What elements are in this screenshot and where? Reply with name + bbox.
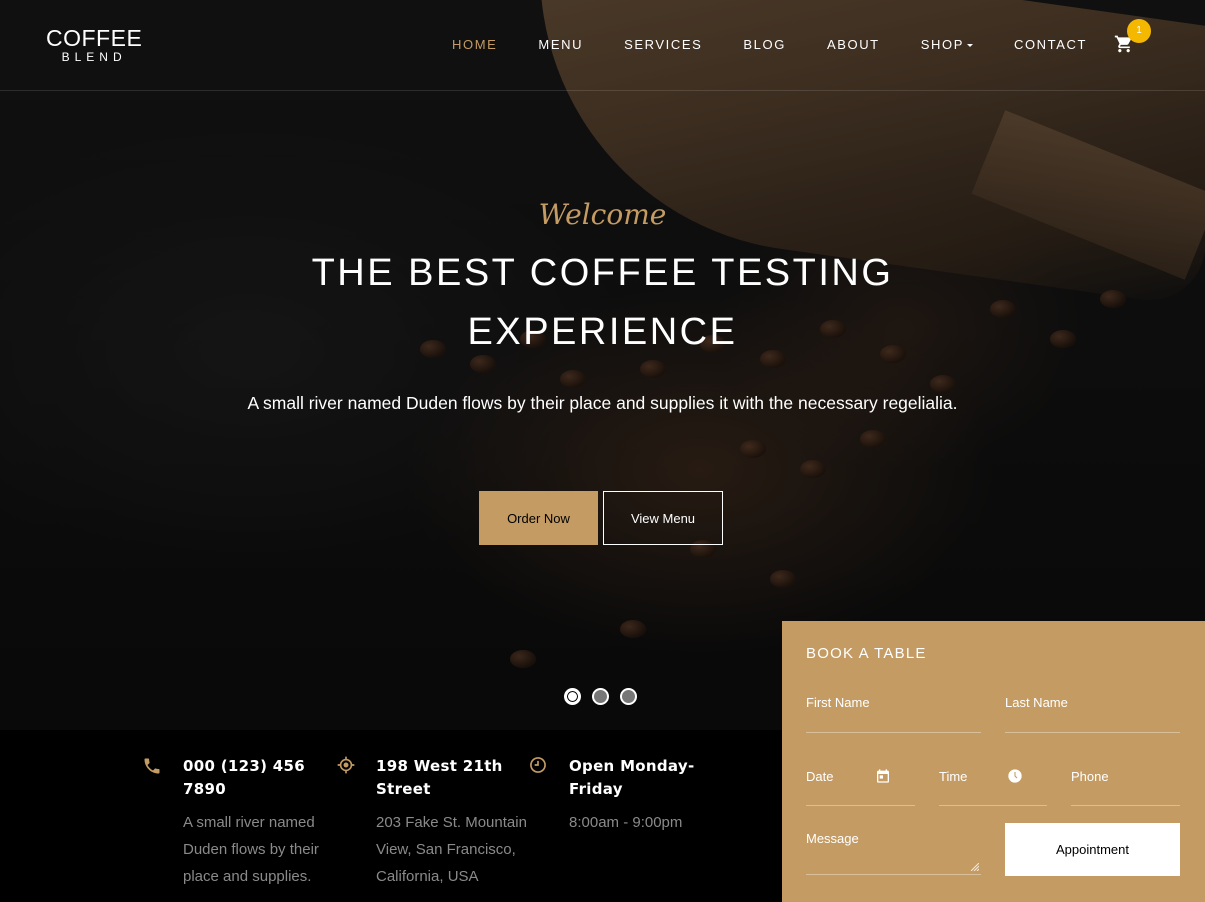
appointment-button[interactable]: Appointment: [1005, 823, 1180, 876]
date-placeholder: Date: [806, 769, 834, 784]
address-text: 203 Fake St. Mountain View, San Francisc…: [376, 814, 527, 885]
clock-icon: [530, 757, 546, 773]
phone-number[interactable]: 000 (123) 456 7890: [183, 755, 343, 801]
info-hours: Open Monday-Friday 8:00am - 9:00pm: [569, 755, 709, 836]
date-field[interactable]: Date: [806, 769, 915, 806]
cart-count-badge: 1: [1127, 19, 1151, 43]
nav-item-services[interactable]: SERVICES: [624, 37, 702, 52]
chevron-down-icon: [966, 44, 973, 48]
first-name-field[interactable]: First Name: [806, 695, 981, 733]
slider-dot-2[interactable]: [592, 688, 609, 705]
logo-top-text: COFFEE: [46, 25, 143, 51]
book-table-form: BOOK A TABLE First Name Last Name Date T…: [782, 621, 1205, 902]
phone-placeholder: Phone: [1071, 769, 1109, 784]
phone-field[interactable]: Phone: [1071, 769, 1180, 806]
book-table-title: BOOK A TABLE: [806, 645, 927, 662]
brand-logo[interactable]: COFFEE BLEND: [46, 25, 143, 64]
time-field[interactable]: Time: [939, 769, 1047, 806]
first-name-placeholder: First Name: [806, 695, 870, 710]
address-title: 198 West 21th Street: [376, 757, 503, 798]
slider-dot-1[interactable]: [564, 688, 581, 705]
last-name-placeholder: Last Name: [1005, 695, 1068, 710]
nav-item-shop[interactable]: SHOP: [921, 37, 973, 52]
last-name-field[interactable]: Last Name: [1005, 695, 1180, 733]
location-icon: [337, 756, 355, 774]
order-now-button[interactable]: Order Now: [479, 491, 598, 545]
nav-item-contact[interactable]: CONTACT: [1014, 37, 1087, 52]
nav-menu: HOME MENU SERVICES BLOG ABOUT SHOP CONTA…: [452, 37, 1128, 52]
nav-item-about[interactable]: ABOUT: [827, 37, 880, 52]
hours-text: 8:00am - 9:00pm: [569, 814, 683, 831]
logo-bottom-text: BLEND: [61, 50, 127, 64]
message-placeholder: Message: [806, 831, 859, 846]
nav-item-shop-label: SHOP: [920, 37, 964, 52]
slider-dots: [564, 688, 648, 705]
time-placeholder: Time: [939, 769, 968, 784]
nav-item-menu[interactable]: MENU: [538, 37, 583, 52]
nav-item-home[interactable]: HOME: [452, 37, 497, 52]
welcome-script: Welcome: [538, 198, 667, 231]
info-phone: 000 (123) 456 7890 A small river named D…: [183, 755, 343, 890]
info-address: 198 West 21th Street 203 Fake St. Mounta…: [376, 755, 536, 890]
clock-icon[interactable]: [1007, 768, 1023, 784]
hero-title: THE BEST COFFEE TESTING EXPERIENCE: [311, 252, 894, 353]
top-navbar: COFFEE BLEND HOME MENU SERVICES BLOG ABO…: [0, 0, 1205, 91]
nav-item-blog[interactable]: BLOG: [743, 37, 786, 52]
resize-handle-icon[interactable]: [971, 863, 979, 871]
calendar-icon[interactable]: [875, 768, 891, 784]
phone-text: A small river named Duden flows by their…: [183, 814, 319, 885]
phone-icon: [144, 758, 160, 774]
slider-dot-3[interactable]: [620, 688, 637, 705]
view-menu-button[interactable]: View Menu: [603, 491, 723, 545]
hero-subtitle: A small river named Duden flows by their…: [247, 393, 958, 413]
message-field[interactable]: Message: [806, 831, 981, 875]
hours-title: Open Monday-Friday: [569, 757, 695, 798]
